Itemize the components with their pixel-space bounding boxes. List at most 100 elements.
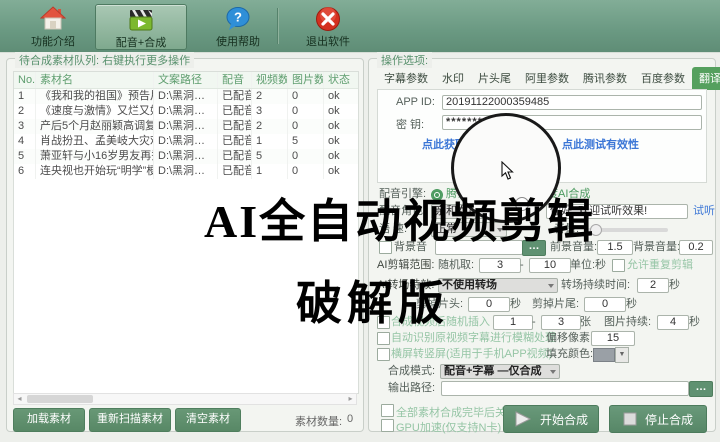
image-duration-input[interactable]: 4 [657, 315, 689, 330]
trim-head-input[interactable]: 0 [468, 297, 510, 312]
gpu-checkbox[interactable] [381, 419, 394, 432]
engine-tencent-radio[interactable] [431, 189, 443, 201]
table-row[interactable]: 6连央视也开始玩“明学”梗…D:\黑洞…已配音10ok [14, 164, 358, 179]
scroll-left-icon[interactable]: ◂ [14, 394, 25, 404]
table-cell-status: ok [324, 104, 358, 119]
bgm-browse-button[interactable]: … [522, 240, 546, 256]
blur-subtitle-checkbox[interactable] [377, 332, 390, 345]
volume-slider[interactable] [586, 228, 668, 232]
table-horizontal-scrollbar[interactable]: ◂ ▸ [13, 393, 357, 405]
blur-subtitle-row: 自动识别原视频字幕进行模糊处理 偏移像素: 15 [369, 331, 715, 347]
tab-片头尾[interactable]: 片头尾 [471, 67, 518, 90]
fill-color-dropdown[interactable]: ▼ [615, 347, 629, 363]
offset-pixels-input[interactable]: 15 [591, 331, 635, 346]
insert-image-checkbox[interactable] [377, 316, 390, 329]
column-header: 文案路径 [154, 72, 218, 88]
table-cell-dub: 已配音 [218, 134, 252, 149]
table-cell-videos: 2 [252, 89, 288, 104]
insert-dash: - [532, 315, 536, 330]
bg-volume-input[interactable]: 0.2 [679, 240, 713, 255]
clip-range-row: AI剪辑范围: 随机取: 3 - 10 单位:秒 允许重复剪辑 [369, 258, 715, 274]
rescan-material-button[interactable]: 重新扫描素材 [89, 408, 171, 432]
table-cell-dub: 已配音 [218, 164, 252, 179]
insert-max-input[interactable]: 3 [541, 315, 581, 330]
shutdown-label: 全部素材合成完毕后关机 [396, 404, 517, 420]
fg-volume-input[interactable]: 1.5 [597, 240, 633, 255]
tab-阿里参数[interactable]: 阿里参数 [518, 67, 576, 90]
speed-select[interactable]: 正常 [431, 222, 507, 237]
table-body: 1《我和我的祖国》预告片!…D:\黑洞…已配音20ok2《速度与激情》又烂又好看… [14, 89, 358, 179]
clapperboard-icon [128, 7, 154, 33]
transition-select[interactable]: 不使用转场 [438, 278, 558, 293]
mode-select[interactable]: 配音+字幕 —仅合成 [440, 364, 560, 379]
table-cell-dub: 已配音 [218, 89, 252, 104]
app-id-input[interactable]: 20191122000359485 [442, 95, 702, 110]
trim-tail-input[interactable]: 0 [584, 297, 626, 312]
table-cell-no: 5 [14, 149, 36, 164]
repeat-clip-checkbox[interactable] [612, 259, 625, 272]
rotate-checkbox[interactable] [377, 348, 390, 361]
toolbar-item-help[interactable]: ? 使用帮助 [203, 4, 273, 48]
table-row[interactable]: 3产后5个月赵丽颖高调复出,…D:\黑洞…已配音20ok [14, 119, 358, 134]
load-material-button[interactable]: 加载素材 [13, 408, 85, 432]
table-row[interactable]: 2《速度与激情》又烂又好看…D:\黑洞…已配音30ok [14, 104, 358, 119]
table-cell-images: 5 [288, 134, 324, 149]
repeat-clip-label: 允许重复剪辑 [627, 258, 693, 273]
clip-unit-label: 单位:秒 [570, 258, 606, 273]
stop-synthesis-button[interactable]: 停止合成 [609, 405, 707, 433]
column-header: 素材名 [36, 72, 154, 88]
bgm-row: 背景音 … 前景音量: 1.5 背景音量: 0.2 [369, 240, 715, 256]
scroll-right-icon[interactable]: ▸ [345, 394, 356, 404]
table-row[interactable]: 5萧亚轩与小16岁男友再秀恩…D:\黑洞…已配音50ok [14, 149, 358, 164]
fill-color-label: 填充颜色: [546, 347, 593, 362]
toolbar: 功能介绍 配音+合成 ? [0, 0, 720, 53]
scrollbar-thumb[interactable] [27, 395, 93, 403]
mode-row: 合成模式: 配音+字幕 —仅合成 [369, 364, 715, 380]
tab-字幕参数[interactable]: 字幕参数 [377, 67, 435, 90]
start-synthesis-label: 开始合成 [540, 411, 588, 428]
tab-百度参数[interactable]: 百度参数 [634, 67, 692, 90]
start-synthesis-button[interactable]: 开始合成 [503, 405, 599, 433]
clip-min-input[interactable]: 3 [479, 258, 521, 273]
stop-icon [623, 412, 637, 426]
bgm-checkbox[interactable] [379, 241, 392, 254]
tab-腾讯参数[interactable]: 腾讯参数 [576, 67, 634, 90]
radio-circle-overlay [515, 197, 529, 211]
shutdown-checkbox[interactable] [381, 404, 394, 417]
dub-engine-label: 配音引擎: [379, 187, 426, 202]
transition-duration-input[interactable]: 2 [637, 278, 669, 293]
table-cell-no: 2 [14, 104, 36, 119]
toolbar-item-intro[interactable]: 功能介绍 [18, 4, 88, 48]
transition-value: 不使用转场 [442, 279, 497, 291]
fill-color-swatch[interactable] [593, 348, 615, 362]
table-cell-name: 产后5个月赵丽颖高调复出,… [36, 119, 154, 134]
listen-link[interactable]: 试听 [693, 204, 715, 219]
table-cell-name: 《我和我的祖国》预告片!… [36, 89, 154, 104]
table-cell-dub: 已配音 [218, 119, 252, 134]
table-row[interactable]: 1《我和我的祖国》预告片!…D:\黑洞…已配音20ok [14, 89, 358, 104]
table-cell-name: 连央视也开始玩“明学”梗… [36, 164, 154, 179]
bgm-path-input[interactable] [435, 240, 523, 255]
tab-翻译API[interactable]: 翻译API [692, 67, 720, 90]
sample-text-input[interactable]: 你好, 欢迎试听效果! [546, 204, 688, 219]
help-icon: ? [225, 6, 251, 32]
tab-水印[interactable]: 水印 [435, 67, 471, 90]
insert-min-input[interactable]: 1 [493, 315, 533, 330]
table-row[interactable]: 4肖战扮丑、孟美岐大灾难,…D:\黑洞…已配音15ok [14, 134, 358, 149]
volume-slider-handle[interactable] [590, 224, 602, 236]
output-browse-button[interactable]: … [689, 381, 713, 397]
transition-unit-label: 秒 [669, 278, 680, 293]
table-cell-videos: 2 [252, 119, 288, 134]
volume-label: 音量: [554, 222, 579, 237]
output-path-input[interactable] [441, 381, 689, 396]
test-api-key-link[interactable]: 点此测试有效性 [562, 136, 639, 152]
toolbar-item-dub-synthesize[interactable]: 配音+合成 [95, 4, 187, 50]
clip-max-input[interactable]: 10 [529, 258, 571, 273]
table-cell-path: D:\黑洞… [154, 119, 218, 134]
toolbar-item-exit[interactable]: 退出软件 [293, 4, 363, 48]
table-cell-images: 0 [288, 89, 324, 104]
home-icon [40, 6, 66, 32]
clear-material-button[interactable]: 清空素材 [175, 408, 241, 432]
trim-unit2-label: 秒 [626, 297, 637, 312]
toolbar-separator [277, 8, 278, 44]
